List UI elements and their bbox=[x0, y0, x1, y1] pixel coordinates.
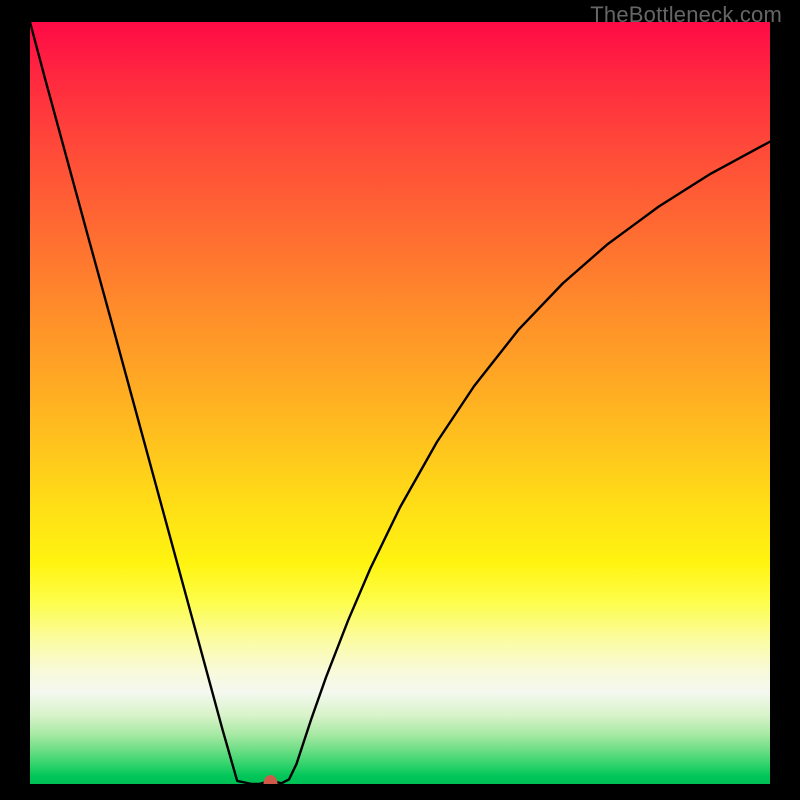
bottleneck-curve bbox=[30, 22, 770, 784]
gradient-plot-area bbox=[30, 22, 770, 784]
watermark-text: TheBottleneck.com bbox=[590, 2, 782, 28]
optimal-point-marker bbox=[264, 775, 278, 784]
chart-frame: TheBottleneck.com bbox=[0, 0, 800, 800]
curve-overlay bbox=[30, 22, 770, 784]
